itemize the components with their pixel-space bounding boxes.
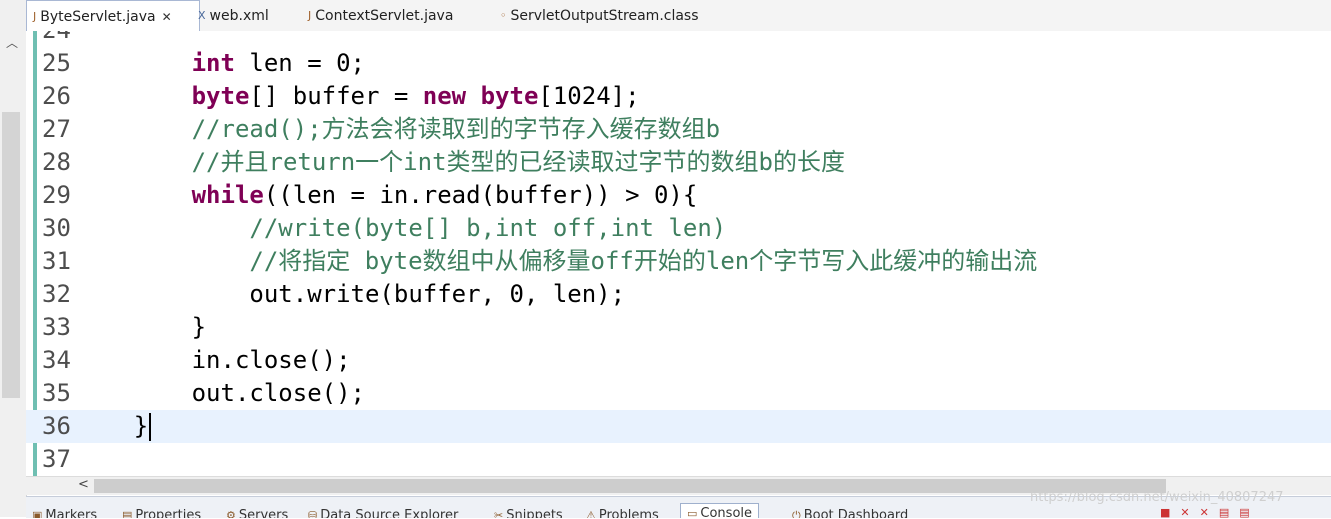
watermark-text: https://blog.csdn.net/weixin_40807247: [1030, 490, 1284, 505]
code-line-current[interactable]: 36 }: [26, 410, 1331, 443]
line-number: 25: [42, 49, 71, 77]
tab-label: ContextServlet.java: [315, 7, 454, 24]
code-line[interactable]: 34 in.close();: [26, 344, 1331, 377]
xml-file-icon: X: [198, 9, 206, 22]
code-editor[interactable]: 24 25 int len = 0; 26 byte[] buffer = ne…: [26, 31, 1331, 476]
line-number: 30: [42, 214, 71, 242]
tab-byteservlet-java[interactable]: J ByteServlet.java ✕: [26, 0, 200, 32]
line-number: 29: [42, 181, 71, 209]
code-text: while((len = in.read(buffer)) > 0){: [191, 181, 698, 209]
line-number: 28: [42, 148, 71, 176]
horizontal-scrollbar-thumb[interactable]: [94, 479, 1166, 493]
left-side-panel: ︿: [0, 0, 27, 517]
tab-label: ByteServlet.java: [40, 8, 156, 25]
code-text: out.close();: [76, 379, 365, 407]
tab-contextservlet-java[interactable]: J ContextServlet.java: [308, 0, 453, 31]
code-line[interactable]: 33 }: [26, 311, 1331, 344]
code-line[interactable]: 29 while((len = in.read(buffer)) > 0){: [26, 179, 1331, 212]
line-number: 31: [42, 247, 71, 275]
java-file-icon: J: [308, 9, 312, 22]
line-number: 34: [42, 346, 71, 374]
editor-tab-bar: J ByteServlet.java ✕ X web.xml J Context…: [26, 0, 1331, 32]
code-text: out.write(buffer, 0, len);: [76, 280, 626, 308]
code-text: int len = 0;: [191, 49, 365, 77]
comment-text: //read();方法会将读取到的字节存入缓存数组b: [76, 115, 721, 143]
tab-console[interactable]: ▭ Console: [680, 503, 760, 518]
comment-text: //并且return一个int类型的已经读取过字节的数组b的长度: [76, 148, 845, 176]
line-number: 36: [42, 412, 71, 440]
console-icon: ▭: [687, 507, 698, 518]
line-number: 37: [42, 445, 71, 473]
tab-web-xml[interactable]: X web.xml: [198, 0, 269, 31]
code-line[interactable]: 35 out.close();: [26, 377, 1331, 410]
line-number: 35: [42, 379, 71, 407]
text-caret: [149, 413, 152, 441]
code-line[interactable]: 37: [26, 443, 1331, 476]
tab-label: ServletOutputStream.class: [510, 7, 699, 24]
line-number: 33: [42, 313, 71, 341]
code-line[interactable]: 31 //将指定 byte数组中从偏移量off开始的len个字节写入此缓冲的输出…: [26, 245, 1331, 278]
tab-label: web.xml: [209, 7, 269, 24]
code-line[interactable]: 24: [26, 31, 1331, 47]
comment-text: //将指定 byte数组中从偏移量off开始的len个字节写入此缓冲的输出流: [76, 247, 1038, 275]
line-number: 27: [42, 115, 71, 143]
code-line[interactable]: 25 int len = 0;: [26, 47, 1331, 80]
line-number: 32: [42, 280, 71, 308]
code-line[interactable]: 32 out.write(buffer, 0, len);: [26, 278, 1331, 311]
code-line[interactable]: 27 //read();方法会将读取到的字节存入缓存数组b: [26, 113, 1331, 146]
close-icon[interactable]: ✕: [162, 10, 172, 24]
tab-label: Console: [700, 506, 753, 518]
code-text: }: [76, 410, 152, 443]
code-line[interactable]: 28 //并且return一个int类型的已经读取过字节的数组b的长度: [26, 146, 1331, 179]
scroll-up-icon[interactable]: ︿: [6, 34, 18, 51]
scroll-left-icon[interactable]: <: [78, 477, 89, 492]
tab-servletoutputstream-class[interactable]: ◦ ServletOutputStream.class: [500, 0, 699, 31]
code-line[interactable]: 26 byte[] buffer = new byte[1024];: [26, 80, 1331, 113]
code-text: in.close();: [76, 346, 351, 374]
comment-text: //write(byte[] b,int off,int len): [76, 214, 727, 242]
code-text: byte[] buffer = new byte[1024];: [191, 82, 640, 110]
code-line[interactable]: 30 //write(byte[] b,int off,int len): [26, 212, 1331, 245]
class-file-icon: ◦: [500, 9, 507, 22]
java-file-icon: J: [33, 10, 37, 23]
line-number: 26: [42, 82, 71, 110]
console-toolbar-icons[interactable]: ■✕✕▤▤: [1160, 506, 1260, 519]
line-number: 24: [42, 31, 71, 47]
code-text: }: [76, 313, 207, 341]
side-scrollbar-thumb[interactable]: [2, 112, 20, 398]
